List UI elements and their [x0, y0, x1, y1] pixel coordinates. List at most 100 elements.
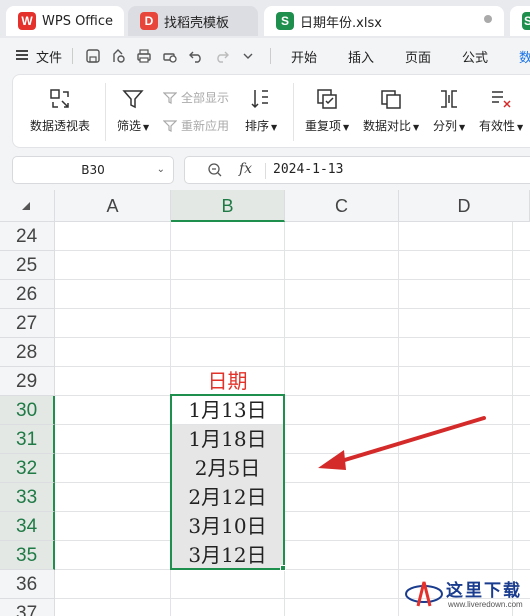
show-all-button[interactable]: 全部显示: [163, 89, 229, 106]
show-all-label: 全部显示: [181, 91, 230, 105]
compare-button[interactable]: 数据对比 ▼: [363, 87, 419, 134]
watermark-text: 这里下载: [446, 581, 522, 601]
row-header-29[interactable]: 29: [0, 367, 55, 396]
row-header-36[interactable]: 36: [0, 570, 55, 599]
row-header-37[interactable]: 37: [0, 599, 55, 616]
redo-icon[interactable]: [214, 48, 230, 64]
annotation-arrow-icon: [318, 416, 486, 470]
divider: [270, 48, 271, 64]
validity-button[interactable]: 有效性 ▼: [479, 87, 523, 134]
chevron-down-icon[interactable]: ⌄: [157, 157, 165, 183]
menu-formula[interactable]: 公式: [462, 47, 488, 66]
print-preview-icon[interactable]: [162, 48, 178, 64]
menu-bar: 文件 开始 插入 页面 公式 数: [0, 38, 530, 72]
chevron-down-icon[interactable]: [240, 48, 256, 64]
gridline: [55, 569, 530, 570]
formula-bar: B30 ⌄ fx 2024-1-13: [0, 150, 530, 190]
tab-docer-templates[interactable]: D 找稻壳模板: [128, 6, 258, 36]
split-column-button[interactable]: 分列 ▼: [433, 87, 465, 134]
gridline: [512, 222, 513, 616]
select-all-corner[interactable]: [0, 190, 55, 222]
filter-clear-icon: [163, 91, 177, 104]
selection-range: [170, 394, 285, 570]
spreadsheet-grid[interactable]: A B C D 24 25 26 27 28 29 30 31 32 33 34…: [0, 190, 530, 616]
print-icon[interactable]: [136, 48, 152, 64]
caret-down-icon: ▼: [459, 123, 466, 132]
column-header-c[interactable]: C: [285, 190, 399, 222]
menu-hamburger-icon[interactable]: [16, 50, 28, 60]
tab-spreadsheet[interactable]: S 日期年份.xlsx: [264, 6, 504, 36]
row-header-35[interactable]: 35: [0, 541, 55, 570]
column-header-b[interactable]: B: [171, 190, 285, 222]
caret-down-icon: ▼: [517, 123, 524, 132]
divider: [293, 83, 294, 141]
divider: [265, 163, 266, 179]
row-header-25[interactable]: 25: [0, 251, 55, 280]
row-header-27[interactable]: 27: [0, 309, 55, 338]
name-box[interactable]: B30 ⌄: [12, 156, 174, 184]
close-dot-icon[interactable]: [484, 15, 492, 23]
sort-label: 排序: [245, 119, 270, 133]
tab-wps-office[interactable]: W WPS Office: [6, 6, 124, 36]
menu-home[interactable]: 开始: [291, 47, 317, 66]
caret-down-icon: ▼: [143, 123, 150, 132]
formula-input[interactable]: fx 2024-1-13: [184, 156, 530, 184]
column-header-d[interactable]: D: [399, 190, 530, 222]
duplicates-button[interactable]: 重复项 ▼: [305, 87, 349, 134]
pivot-table-button[interactable]: 数据透视表: [30, 87, 90, 134]
row-header-26[interactable]: 26: [0, 280, 55, 309]
name-box-value: B30: [81, 163, 105, 177]
caret-down-icon: ▼: [343, 123, 350, 132]
sort-icon: [251, 90, 269, 109]
export-icon[interactable]: [110, 48, 126, 64]
docer-logo-icon: D: [140, 12, 158, 30]
menu-data[interactable]: 数: [519, 47, 530, 66]
gridline: [55, 337, 530, 338]
filter-button[interactable]: 筛选 ▼: [117, 87, 149, 134]
row-header-34[interactable]: 34: [0, 512, 55, 541]
column-header-a[interactable]: A: [55, 190, 171, 222]
gridline: [55, 250, 530, 251]
wps-logo-icon: W: [18, 12, 36, 30]
fx-icon[interactable]: fx: [239, 161, 252, 177]
row-header-30[interactable]: 30: [0, 396, 55, 425]
menu-file[interactable]: 文件: [36, 47, 62, 66]
tab-label: 找稻壳模板: [164, 15, 230, 31]
gridline: [55, 279, 530, 280]
row-header-31[interactable]: 31: [0, 425, 55, 454]
gridline: [55, 511, 530, 512]
menu-insert[interactable]: 插入: [348, 47, 374, 66]
watermark-url: www.liveredown.com: [448, 600, 523, 609]
formula-value: 2024-1-13: [273, 162, 344, 177]
gridline: [55, 366, 530, 367]
fill-handle[interactable]: [280, 565, 286, 571]
zoom-icon[interactable]: [207, 162, 223, 178]
caret-down-icon: ▼: [271, 123, 278, 132]
pivot-table-icon: [50, 89, 69, 108]
cell-b29-header[interactable]: 日期: [171, 367, 284, 396]
row-header-32[interactable]: 32: [0, 454, 55, 483]
save-icon[interactable]: [85, 48, 101, 64]
menu-page[interactable]: 页面: [405, 47, 431, 66]
duplicates-label: 重复项: [305, 119, 342, 133]
reapply-button[interactable]: 重新应用: [163, 117, 229, 134]
tab-spreadsheet-2[interactable]: S: [510, 6, 530, 36]
filter-reapply-icon: [163, 119, 177, 132]
row-header-28[interactable]: 28: [0, 338, 55, 367]
row-header-24[interactable]: 24: [0, 222, 55, 251]
ribbon-toolbar: 数据透视表 筛选 ▼ 全部显示 重新应用 排序 ▼ 重复项 ▼ 数据对比 ▼ 分列 ▼ 有…: [12, 74, 530, 148]
caret-down-icon: ▼: [413, 123, 420, 132]
row-header-33[interactable]: 33: [0, 483, 55, 512]
select-all-triangle-icon: [22, 202, 30, 210]
divider: [72, 48, 73, 64]
gridline: [55, 308, 530, 309]
filter-label: 筛选: [117, 119, 142, 133]
divider: [105, 83, 106, 141]
validity-icon: [492, 91, 511, 108]
sort-button[interactable]: 排序 ▼: [245, 87, 277, 134]
compare-label: 数据对比: [363, 119, 412, 133]
undo-icon[interactable]: [188, 48, 204, 64]
tab-bar: W WPS Office D 找稻壳模板 S 日期年份.xlsx S: [0, 0, 530, 38]
gridline: [55, 482, 530, 483]
spreadsheet-logo-icon: S: [522, 12, 530, 30]
